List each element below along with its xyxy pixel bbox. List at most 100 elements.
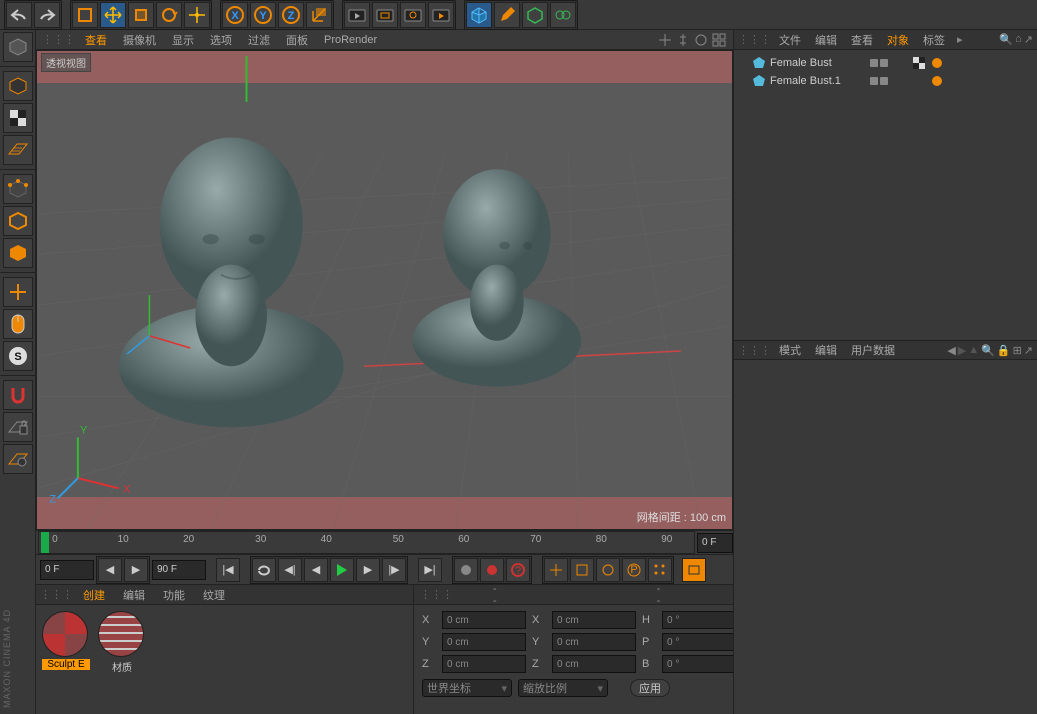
obj-menu-tags[interactable]: 标签 xyxy=(917,30,951,50)
recent-tool-button[interactable] xyxy=(184,2,210,28)
popup-icon[interactable]: ↗ xyxy=(1024,33,1033,46)
object-name[interactable]: Female Bust xyxy=(770,57,866,69)
obj-menu-view[interactable]: 查看 xyxy=(845,30,879,50)
menu-handle-icon[interactable]: ⋮⋮⋮ xyxy=(738,33,771,46)
menu-handle-icon[interactable]: ⋮⋮⋮ xyxy=(42,33,75,46)
obj-menu-file[interactable]: 文件 xyxy=(773,30,807,50)
model-mode-button[interactable] xyxy=(3,71,33,101)
viewport-perspective[interactable]: 透视视图 xyxy=(36,50,733,530)
viewport-menu-display[interactable]: 显示 xyxy=(166,30,200,50)
play-fwd-button[interactable]: |▶ xyxy=(382,558,406,582)
viewport-menu-view[interactable]: 查看 xyxy=(79,30,113,50)
menu-handle-icon[interactable]: ⋮⋮⋮ xyxy=(40,588,73,601)
record-button[interactable] xyxy=(454,558,478,582)
edges-mode-button[interactable] xyxy=(3,206,33,236)
start-frame-field[interactable]: 0 F xyxy=(40,560,94,580)
key-rot-button[interactable] xyxy=(596,558,620,582)
snap-button[interactable] xyxy=(3,380,33,410)
live-select-button[interactable] xyxy=(72,2,98,28)
deformer-button[interactable] xyxy=(522,2,548,28)
nav-up-icon[interactable]: ▲ xyxy=(968,344,979,357)
goto-start-button[interactable]: |◀ xyxy=(216,558,240,582)
workplane-auto-button[interactable] xyxy=(3,444,33,474)
play-button[interactable] xyxy=(330,558,354,582)
axis-tool-button[interactable] xyxy=(3,277,33,307)
coord-scalemode-dropdown[interactable]: 缩放比例▾ xyxy=(518,679,608,697)
viewport-menu-panel[interactable]: 面板 xyxy=(280,30,314,50)
attr-menu-edit[interactable]: 编辑 xyxy=(809,340,843,360)
attr-menu-mode[interactable]: 模式 xyxy=(773,340,807,360)
search-icon[interactable]: 🔍 xyxy=(981,344,995,357)
vp-nav-move-icon[interactable] xyxy=(657,32,673,48)
key-pla-button[interactable] xyxy=(648,558,672,582)
render-region-button[interactable] xyxy=(372,2,398,28)
mat-tab-create[interactable]: 创建 xyxy=(75,585,113,605)
phong-tag-icon[interactable] xyxy=(930,74,944,88)
polygons-mode-button[interactable] xyxy=(3,238,33,268)
prev-range-button[interactable]: ◀ xyxy=(98,558,122,582)
redo-button[interactable] xyxy=(34,2,60,28)
coord-sy-field[interactable]: 0 cm xyxy=(552,633,636,651)
mat-tab-func[interactable]: 功能 xyxy=(155,585,193,605)
phong-tag-icon[interactable] xyxy=(930,56,944,70)
attribute-manager[interactable] xyxy=(734,360,1037,714)
attr-menu-userdata[interactable]: 用户数据 xyxy=(845,340,901,360)
viewport-menu-camera[interactable]: 摄像机 xyxy=(117,30,162,50)
obj-menu-object[interactable]: 对象 xyxy=(881,30,915,50)
step-fwd-button[interactable]: ▶ xyxy=(356,558,380,582)
axis-y-button[interactable]: Y xyxy=(250,2,276,28)
popup-icon[interactable]: ↗ xyxy=(1024,344,1033,357)
timeline-end-field[interactable]: 0 F xyxy=(697,533,733,553)
coord-space-dropdown[interactable]: 世界坐标▾ xyxy=(422,679,512,697)
timeline[interactable]: 0 10 20 30 40 50 60 70 80 90 0 F xyxy=(36,530,733,554)
viewport-menu-prorender[interactable]: ProRender xyxy=(318,32,383,48)
axis-x-button[interactable]: X xyxy=(222,2,248,28)
workplane-mode-button[interactable] xyxy=(3,135,33,165)
lock-icon[interactable]: 🔒 xyxy=(997,344,1011,357)
pencil-button[interactable] xyxy=(494,2,520,28)
new-window-icon[interactable]: ⊞ xyxy=(1013,344,1022,357)
axis-z-button[interactable]: Z xyxy=(278,2,304,28)
generators-button[interactable] xyxy=(550,2,576,28)
coord-pz-field[interactable]: 0 cm xyxy=(442,655,526,673)
undo-button[interactable] xyxy=(6,2,32,28)
home-icon[interactable]: ⌂ xyxy=(1015,33,1022,46)
vp-nav-rotate-icon[interactable] xyxy=(693,32,709,48)
move-tool-button[interactable] xyxy=(100,2,126,28)
key-pos-button[interactable] xyxy=(544,558,568,582)
texture-mode-button[interactable] xyxy=(3,103,33,133)
scale-tool-button[interactable] xyxy=(128,2,154,28)
loop-button[interactable] xyxy=(252,558,276,582)
points-mode-button[interactable] xyxy=(3,174,33,204)
viewport-menu-filter[interactable]: 过滤 xyxy=(242,30,276,50)
obj-menu-edit[interactable]: 编辑 xyxy=(809,30,843,50)
mat-tab-edit[interactable]: 编辑 xyxy=(115,585,153,605)
vp-nav-maximize-icon[interactable] xyxy=(711,32,727,48)
make-editable-button[interactable] xyxy=(3,32,33,62)
apply-button[interactable]: 应用 xyxy=(630,679,670,697)
nav-fwd-icon[interactable]: ▶ xyxy=(958,344,966,357)
object-manager[interactable]: Female Bust Female Bust.1 xyxy=(734,50,1037,340)
mat-tab-tex[interactable]: 纹理 xyxy=(195,585,233,605)
nav-back-icon[interactable]: ◀ xyxy=(947,344,955,357)
autokey-button[interactable] xyxy=(480,558,504,582)
menu-handle-icon[interactable]: ⋮⋮⋮ xyxy=(738,344,771,357)
coord-sys-button[interactable] xyxy=(306,2,332,28)
end-frame-field[interactable]: 90 F xyxy=(152,560,206,580)
search-icon[interactable]: 🔍 xyxy=(999,33,1013,46)
coord-px-field[interactable]: 0 cm xyxy=(442,611,526,629)
object-name[interactable]: Female Bust.1 xyxy=(770,75,866,87)
play-back-button[interactable]: ◀| xyxy=(278,558,302,582)
tex-tag-icon[interactable] xyxy=(912,56,926,70)
render-queue-button[interactable] xyxy=(428,2,454,28)
object-row[interactable]: Female Bust xyxy=(738,54,1033,72)
object-row[interactable]: Female Bust.1 xyxy=(738,72,1033,90)
rotate-tool-button[interactable] xyxy=(156,2,182,28)
menu-handle-icon[interactable]: ⋮⋮⋮ xyxy=(420,588,453,601)
mouse-mode-button[interactable] xyxy=(3,309,33,339)
keyhelp-button[interactable]: ? xyxy=(506,558,530,582)
timeline-window-button[interactable] xyxy=(682,558,706,582)
vp-nav-zoom-icon[interactable] xyxy=(675,32,691,48)
material-item[interactable]: 材质 xyxy=(98,611,146,674)
material-item[interactable]: Sculpt E xyxy=(42,611,90,670)
